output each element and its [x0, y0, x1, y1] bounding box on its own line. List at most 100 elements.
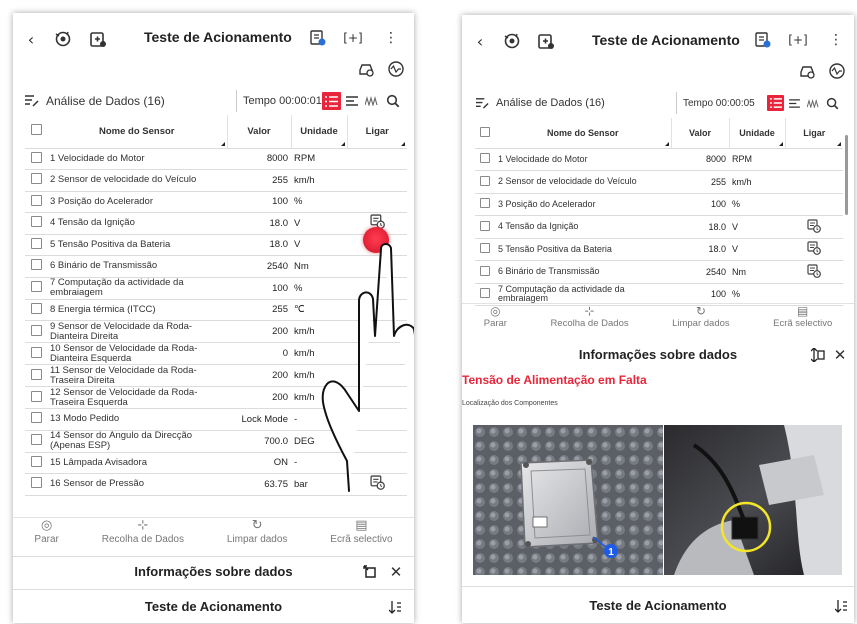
row-checkbox[interactable] — [30, 324, 42, 336]
row-checkbox[interactable] — [30, 194, 42, 206]
vehicle-activate-icon[interactable] — [798, 62, 816, 80]
table-row[interactable]: 1 Velocidade do Motor 8000 RPM — [25, 148, 407, 170]
header-action[interactable]: Ligar — [784, 118, 843, 149]
header-value[interactable]: Valor — [226, 115, 291, 149]
row-checkbox[interactable] — [30, 281, 42, 292]
search-icon[interactable] — [384, 92, 402, 110]
table-row[interactable]: 7 Computação da actividade da embraiagem… — [475, 283, 843, 306]
row-checkbox[interactable] — [480, 243, 490, 254]
sensor-unit: Nm — [729, 260, 785, 284]
diagnostic-icon[interactable] — [502, 31, 522, 51]
row-checkbox[interactable] — [30, 368, 42, 380]
graph-view-icon[interactable] — [805, 95, 821, 111]
graph-view-icon[interactable] — [363, 92, 381, 110]
sort-icon[interactable] — [834, 598, 848, 614]
signal-icon[interactable] — [387, 60, 405, 78]
row-checkbox[interactable] — [30, 237, 42, 249]
action-refresh-button[interactable]: ↻ Limpar dados — [227, 518, 288, 555]
row-checkbox[interactable] — [480, 265, 490, 276]
action-collect-button[interactable]: ⊹ Recolha de Dados — [550, 304, 628, 337]
sensor-value: 255 — [671, 170, 729, 194]
close-icon[interactable]: ✕ — [388, 563, 404, 581]
row-checkbox[interactable] — [480, 198, 490, 209]
row-checkbox[interactable] — [480, 288, 490, 298]
select-all-checkbox[interactable] — [30, 124, 42, 136]
capture-icon[interactable]: [+] — [343, 28, 363, 48]
header-name[interactable]: Nome do Sensor — [495, 118, 671, 149]
header-value[interactable]: Valor — [670, 118, 729, 149]
row-checkbox[interactable] — [30, 434, 42, 445]
activate-icon[interactable] — [807, 264, 821, 278]
action-label: Parar — [483, 318, 507, 330]
table-row[interactable]: 3 Posição do Acelerador 100% — [475, 193, 843, 216]
header-action[interactable]: Ligar — [346, 115, 407, 149]
row-checkbox[interactable] — [30, 259, 42, 271]
stop-icon: ◎ — [490, 304, 501, 318]
sensor-unit: km/h — [291, 169, 347, 192]
vehicle-info-icon[interactable] — [536, 31, 556, 51]
collapse-icon[interactable] — [810, 347, 826, 363]
table-row[interactable]: 5 Tensão Positiva da Bateria 18.0 V — [475, 238, 843, 261]
more-options-icon[interactable]: ⋮ — [828, 30, 844, 50]
diagnostic-icon[interactable] — [53, 29, 73, 49]
select-all-checkbox[interactable] — [480, 126, 490, 137]
signal-icon[interactable] — [828, 62, 846, 80]
close-icon[interactable]: ✕ — [832, 346, 848, 364]
report-icon[interactable] — [753, 30, 773, 50]
row-checkbox[interactable] — [30, 346, 42, 358]
action-select-screen-button[interactable]: ▤ Ecrã selectivo — [330, 518, 392, 555]
row-checkbox[interactable] — [480, 153, 490, 164]
table-row[interactable]: 3 Posição do Acelerador 100% — [25, 191, 407, 213]
list-view-button[interactable] — [767, 95, 784, 111]
action-select-screen-button[interactable]: ▤ Ecrã selectivo — [773, 304, 832, 337]
table-row[interactable]: 2 Sensor de velocidade do Veículo 255 km/h — [25, 169, 407, 192]
header-unit[interactable]: Unidade — [290, 115, 347, 149]
list-view-button[interactable] — [322, 92, 341, 110]
action-cell — [785, 283, 843, 306]
capture-icon[interactable]: [+] — [788, 30, 808, 50]
header-name[interactable]: Nome do Sensor — [47, 115, 227, 149]
header-unit[interactable]: Unidade — [728, 118, 785, 149]
activate-icon[interactable] — [807, 219, 821, 233]
text-view-icon[interactable] — [787, 95, 802, 111]
vehicle-info-icon[interactable] — [88, 29, 108, 49]
sort-icon[interactable] — [388, 599, 402, 615]
back-icon[interactable]: ‹ — [23, 30, 39, 49]
report-icon[interactable] — [308, 28, 328, 48]
sensor-value: ON — [227, 452, 291, 474]
row-checkbox[interactable] — [30, 477, 42, 489]
row-checkbox[interactable] — [30, 390, 42, 402]
action-collect-button[interactable]: ⊹ Recolha de Dados — [102, 518, 184, 555]
expand-icon[interactable] — [362, 564, 378, 580]
action-stop-button[interactable]: ◎ Parar — [34, 518, 58, 555]
sensor-name: 15 Lâmpada Avisadora — [47, 452, 227, 474]
table-row[interactable]: 4 Tensão da Ignição 18.0 V — [25, 212, 407, 235]
action-label: Ecrã selectivo — [773, 318, 833, 330]
row-checkbox[interactable] — [30, 455, 42, 467]
row-checkbox[interactable] — [30, 216, 42, 228]
table-scrollbar[interactable] — [845, 135, 848, 215]
back-icon[interactable]: ‹ — [472, 32, 488, 51]
text-view-icon[interactable] — [344, 92, 360, 110]
info-panel-title: Informações sobre dados — [578, 346, 738, 362]
row-checkbox[interactable] — [30, 173, 42, 185]
row-checkbox[interactable] — [30, 151, 42, 163]
table-row[interactable]: 6 Binário de Transmissão 2540 Nm — [475, 260, 843, 284]
row-checkbox[interactable] — [480, 175, 490, 186]
activate-icon[interactable] — [807, 241, 821, 256]
action-cell — [785, 238, 843, 261]
row-checkbox[interactable] — [30, 412, 42, 424]
row-checkbox[interactable] — [480, 220, 490, 231]
info-panel-title: Informações sobre dados — [134, 564, 293, 579]
action-stop-button[interactable]: ◎ Parar — [484, 304, 507, 337]
table-row[interactable]: 2 Sensor de velocidade do Veículo 255 km/h — [475, 170, 843, 194]
more-options-icon[interactable]: ⋮ — [383, 28, 399, 48]
sensor-name: 4 Tensão da Ignição — [495, 215, 671, 239]
table-row[interactable]: 4 Tensão da Ignição 18.0 V — [475, 215, 843, 239]
action-refresh-button[interactable]: ↻ Limpar dados — [672, 304, 730, 337]
row-checkbox[interactable] — [30, 302, 42, 314]
sensor-name: 3 Posição do Acelerador — [495, 193, 671, 216]
search-icon[interactable] — [824, 95, 840, 111]
vehicle-activate-icon[interactable] — [357, 60, 375, 78]
table-row[interactable]: 1 Velocidade do Motor 8000 RPM — [475, 148, 843, 171]
